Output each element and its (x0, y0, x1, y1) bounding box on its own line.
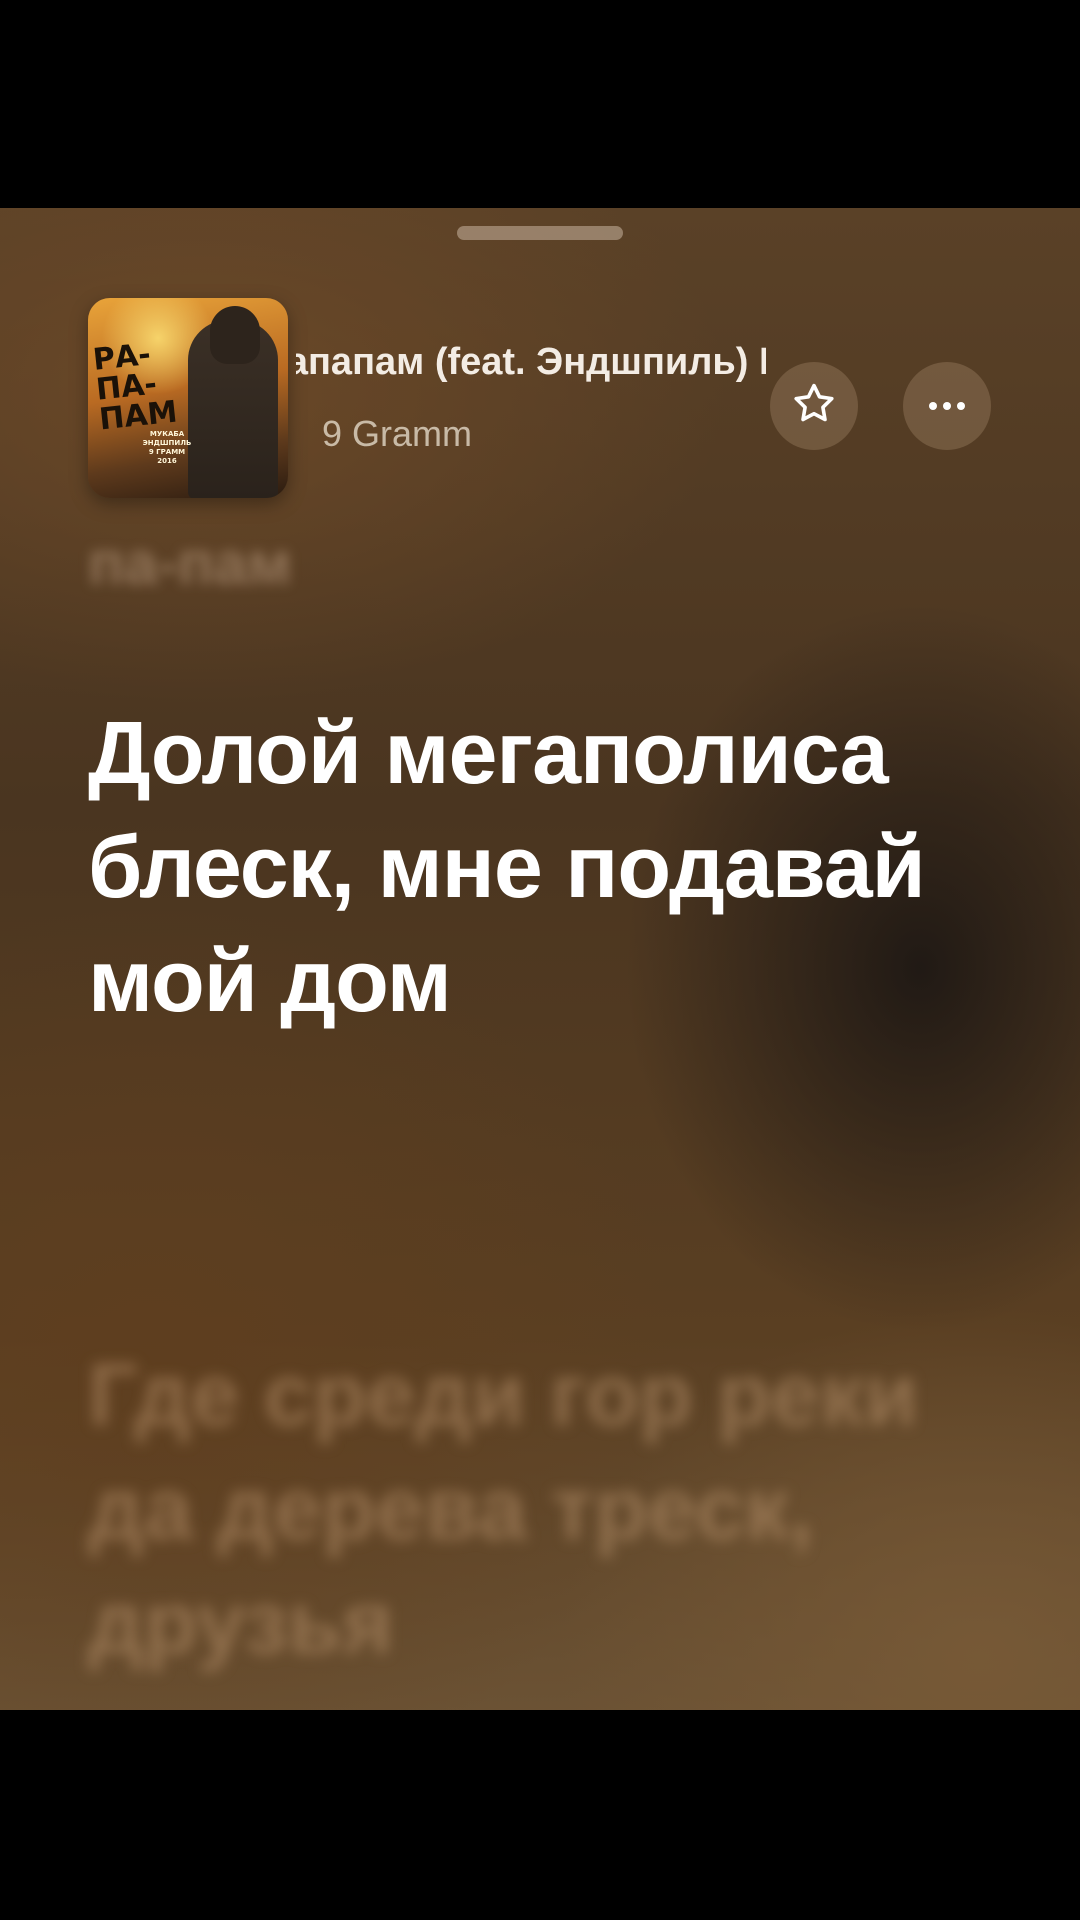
cover-title: РА-ПА- ПАМ (91, 336, 179, 438)
track-artist[interactable]: 9 Gramm (322, 412, 472, 456)
favorite-button[interactable] (770, 362, 858, 450)
lyric-line-previous[interactable]: па-пам (88, 526, 988, 602)
letterbox-bottom (0, 1710, 1080, 1920)
lyric-line-current[interactable]: Долой мегаполиса блеск, мне подавай мой … (88, 696, 968, 1038)
more-horizontal-icon (929, 402, 965, 410)
more-button[interactable] (903, 362, 991, 450)
track-title-marquee[interactable]: Рапапам (feat. Эндшпиль) Рапапам (296, 338, 766, 398)
album-cover[interactable]: РА-ПА- ПАМ МУКАБА ЭНДШПИЛЬ 9 ГРАММ 2016 (88, 298, 288, 498)
track-title: Рапапам (feat. Эндшпиль) Рапапам (296, 341, 766, 383)
cover-subtitle: МУКАБА ЭНДШПИЛЬ 9 ГРАММ 2016 (142, 430, 192, 465)
cover-figure-hood (210, 306, 260, 364)
sheet-grabber-handle[interactable] (457, 226, 623, 240)
star-outline-icon (790, 380, 838, 433)
letterbox-top (0, 0, 1080, 208)
lyrics-player-sheet: РА-ПА-ПАМ МУКАБАЭНДШПИЛЬ9 ГРАММ2016 Рапа… (0, 208, 1080, 1710)
lyric-line-next[interactable]: Где среди гор реки да дерева треск, друз… (88, 1338, 968, 1680)
